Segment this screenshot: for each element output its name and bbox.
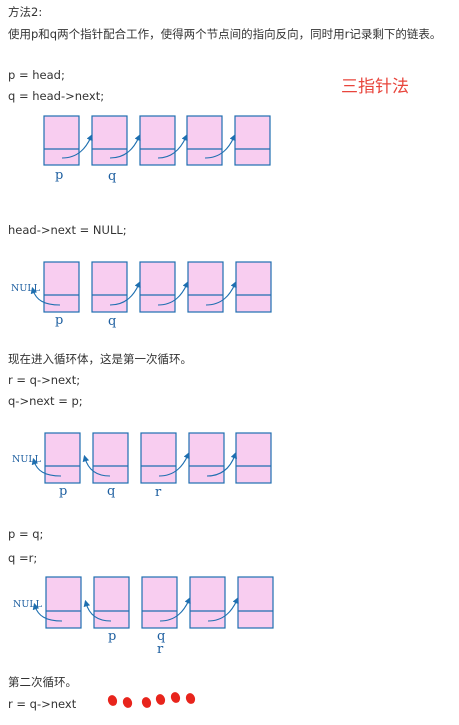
node-1	[43, 261, 80, 313]
code-line-p-equals-q: p = q;	[8, 527, 44, 541]
second-loop-text: 第二次循环。	[8, 675, 77, 689]
node-2	[93, 576, 130, 629]
pointer-label-q: q	[108, 169, 116, 184]
node-3	[139, 115, 176, 166]
node-3	[140, 432, 177, 484]
pointer-label-r: r	[157, 642, 164, 657]
red-dot	[106, 693, 119, 708]
red-dot	[154, 692, 167, 707]
code-line-head-next-null: head->next = NULL;	[8, 223, 127, 237]
node-5	[237, 576, 274, 629]
node-2	[91, 261, 128, 313]
method-description: 使用p和q两个指针配合工作，使得两个节点间的指向反向，同时用r记录剩下的链表。	[8, 27, 442, 41]
code-line-q-equals-r: q =r;	[8, 551, 38, 565]
red-dot	[169, 690, 182, 705]
pointer-label-p: p	[55, 168, 63, 183]
code-line-r-q-next-2: r = q->next	[8, 697, 77, 711]
red-dot	[184, 691, 197, 706]
node-1	[44, 432, 81, 484]
node-5	[234, 115, 271, 166]
node-4	[186, 115, 223, 166]
node-1	[43, 115, 80, 166]
pointer-label-r: r	[155, 485, 162, 500]
node-4	[187, 261, 224, 313]
linked-list-diagram-3: NULL p q r	[12, 432, 272, 500]
node-2	[91, 115, 128, 166]
linked-list-diagram-1: p q	[43, 115, 271, 184]
null-label: NULL	[11, 283, 41, 294]
node-3	[139, 261, 176, 313]
node-3	[141, 576, 178, 629]
loop-intro-text: 现在进入循环体，这是第一次循环。	[8, 352, 192, 366]
node-4	[188, 432, 225, 484]
null-label: NULL	[13, 599, 43, 610]
node-4	[189, 576, 226, 629]
red-dot	[140, 695, 153, 710]
pointer-label-p: p	[55, 313, 63, 328]
linked-list-diagram-2: NULL p q	[11, 261, 272, 329]
pointer-label-p: p	[108, 629, 116, 644]
pointer-label-p: p	[59, 484, 67, 499]
null-label: NULL	[12, 454, 42, 465]
code-line-q-head-next: q = head->next;	[8, 89, 105, 103]
method-heading: 方法2:	[8, 5, 43, 19]
code-line-q-next-p: q->next = p;	[8, 394, 83, 408]
pointer-label-q: q	[108, 314, 116, 329]
code-line-r-q-next: r = q->next;	[8, 373, 81, 387]
node-5	[235, 432, 272, 484]
three-pointer-title: 三指针法	[341, 77, 409, 97]
node-5	[235, 261, 272, 313]
node-2	[92, 432, 129, 484]
code-line-p-head: p = head;	[8, 68, 65, 82]
linked-list-diagram-4: NULL p q r	[13, 576, 274, 657]
pointer-label-q: q	[107, 484, 115, 499]
red-dot	[121, 695, 134, 710]
